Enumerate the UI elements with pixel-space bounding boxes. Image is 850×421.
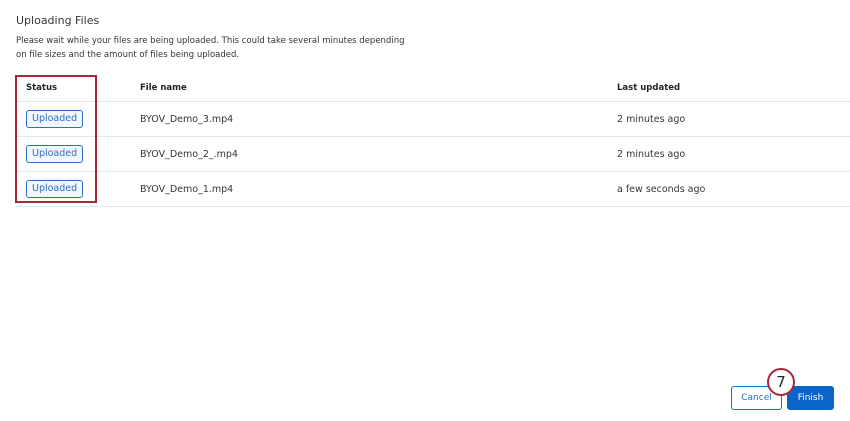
table-row: Uploaded BYOV_Demo_2_.mp4 2 minutes ago xyxy=(16,137,850,172)
table-header-row: Status File name Last updated xyxy=(16,75,850,102)
status-badge: Uploaded xyxy=(26,110,84,128)
status-cell: Uploaded xyxy=(26,102,84,136)
files-table: Status File name Last updated Uploaded B… xyxy=(16,75,850,207)
column-header-last-updated[interactable]: Last updated xyxy=(617,75,680,101)
file-name-cell: BYOV_Demo_2_.mp4 xyxy=(140,148,238,160)
status-cell: Uploaded xyxy=(26,137,84,171)
dialog-title: Uploading Files xyxy=(16,14,100,27)
last-updated-cell: 2 minutes ago xyxy=(617,113,686,125)
status-badge: Uploaded xyxy=(26,180,84,198)
table-row: Uploaded BYOV_Demo_3.mp4 2 minutes ago xyxy=(16,102,850,137)
file-name-cell: BYOV_Demo_3.mp4 xyxy=(140,113,234,125)
upload-dialog: Uploading Files Please wait while your f… xyxy=(0,0,850,421)
status-badge: Uploaded xyxy=(26,145,84,163)
finish-button[interactable]: Finish xyxy=(787,386,834,410)
last-updated-cell: a few seconds ago xyxy=(617,183,706,195)
table-row: Uploaded BYOV_Demo_1.mp4 a few seconds a… xyxy=(16,172,850,207)
step-number-marker: 7 xyxy=(767,368,795,396)
file-name-cell: BYOV_Demo_1.mp4 xyxy=(140,183,234,195)
column-header-file-name[interactable]: File name xyxy=(140,75,187,101)
column-header-status[interactable]: Status xyxy=(26,75,57,101)
last-updated-cell: 2 minutes ago xyxy=(617,148,686,160)
status-cell: Uploaded xyxy=(26,172,84,206)
dialog-description: Please wait while your files are being u… xyxy=(16,36,405,60)
